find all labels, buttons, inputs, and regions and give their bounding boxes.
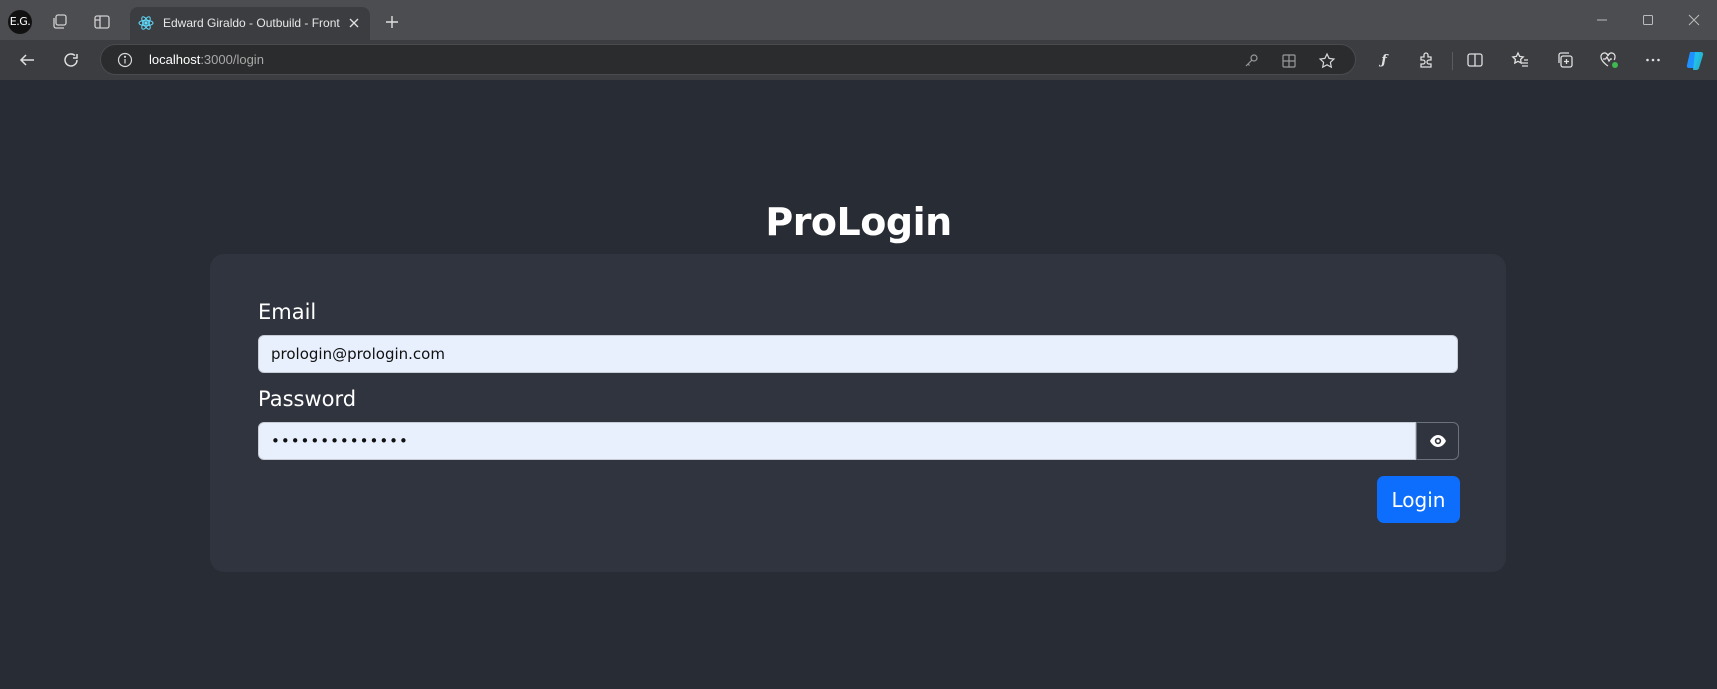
apps-icon[interactable]	[1279, 51, 1299, 71]
email-field[interactable]	[258, 335, 1458, 373]
back-icon[interactable]	[15, 48, 39, 72]
workspaces-icon[interactable]	[48, 10, 72, 34]
maximize-icon[interactable]	[1636, 8, 1660, 32]
profile-avatar[interactable]: E.G.	[8, 10, 32, 34]
close-tab-icon[interactable]	[346, 15, 362, 31]
collections-icon[interactable]	[1553, 48, 1577, 72]
vertical-tabs-icon[interactable]	[90, 10, 114, 34]
address-bar[interactable]: localhost:3000/login	[100, 44, 1356, 75]
browser-toolbar: localhost:3000/login ƒ	[0, 40, 1717, 80]
minimize-icon[interactable]	[1590, 8, 1614, 32]
react-logo-icon	[138, 16, 154, 30]
password-field[interactable]: ••••••••••••••	[258, 422, 1416, 460]
site-info-icon[interactable]	[117, 52, 133, 68]
url-text[interactable]: localhost:3000/login	[149, 52, 264, 67]
key-icon[interactable]	[1241, 51, 1261, 71]
toggle-password-visibility-button[interactable]	[1416, 422, 1459, 460]
extensions-icon[interactable]	[1414, 48, 1438, 72]
close-window-icon[interactable]	[1682, 8, 1706, 32]
page-viewport: ProLogin Email Password •••••••••••••• L…	[2, 80, 1715, 689]
favorite-star-icon[interactable]	[1317, 51, 1337, 71]
refresh-icon[interactable]	[59, 48, 83, 72]
new-tab-icon[interactable]	[380, 10, 404, 34]
url-host: localhost	[149, 52, 201, 67]
login-button[interactable]: Login	[1377, 476, 1460, 523]
font-icon[interactable]: ƒ	[1372, 48, 1396, 72]
password-label: Password	[258, 387, 357, 411]
browser-essentials-icon[interactable]	[1597, 48, 1621, 72]
tab-title: Edward Giraldo - Outbuild - Front	[163, 16, 340, 30]
browser-tab-bar: E.G. Edward Giraldo - Outbuild - Front	[0, 0, 1717, 40]
email-label: Email	[258, 300, 317, 324]
login-card: Email Password •••••••••••••• Login	[210, 254, 1506, 572]
page-title: ProLogin	[765, 200, 952, 244]
split-screen-icon[interactable]	[1463, 48, 1487, 72]
active-tab[interactable]: Edward Giraldo - Outbuild - Front	[130, 7, 370, 40]
copilot-icon[interactable]	[1683, 48, 1707, 72]
eye-icon	[1429, 435, 1446, 447]
more-options-icon[interactable]	[1641, 48, 1665, 72]
url-path: :3000/login	[200, 52, 264, 67]
toolbar-separator	[1452, 52, 1453, 70]
favorites-icon[interactable]	[1508, 48, 1532, 72]
